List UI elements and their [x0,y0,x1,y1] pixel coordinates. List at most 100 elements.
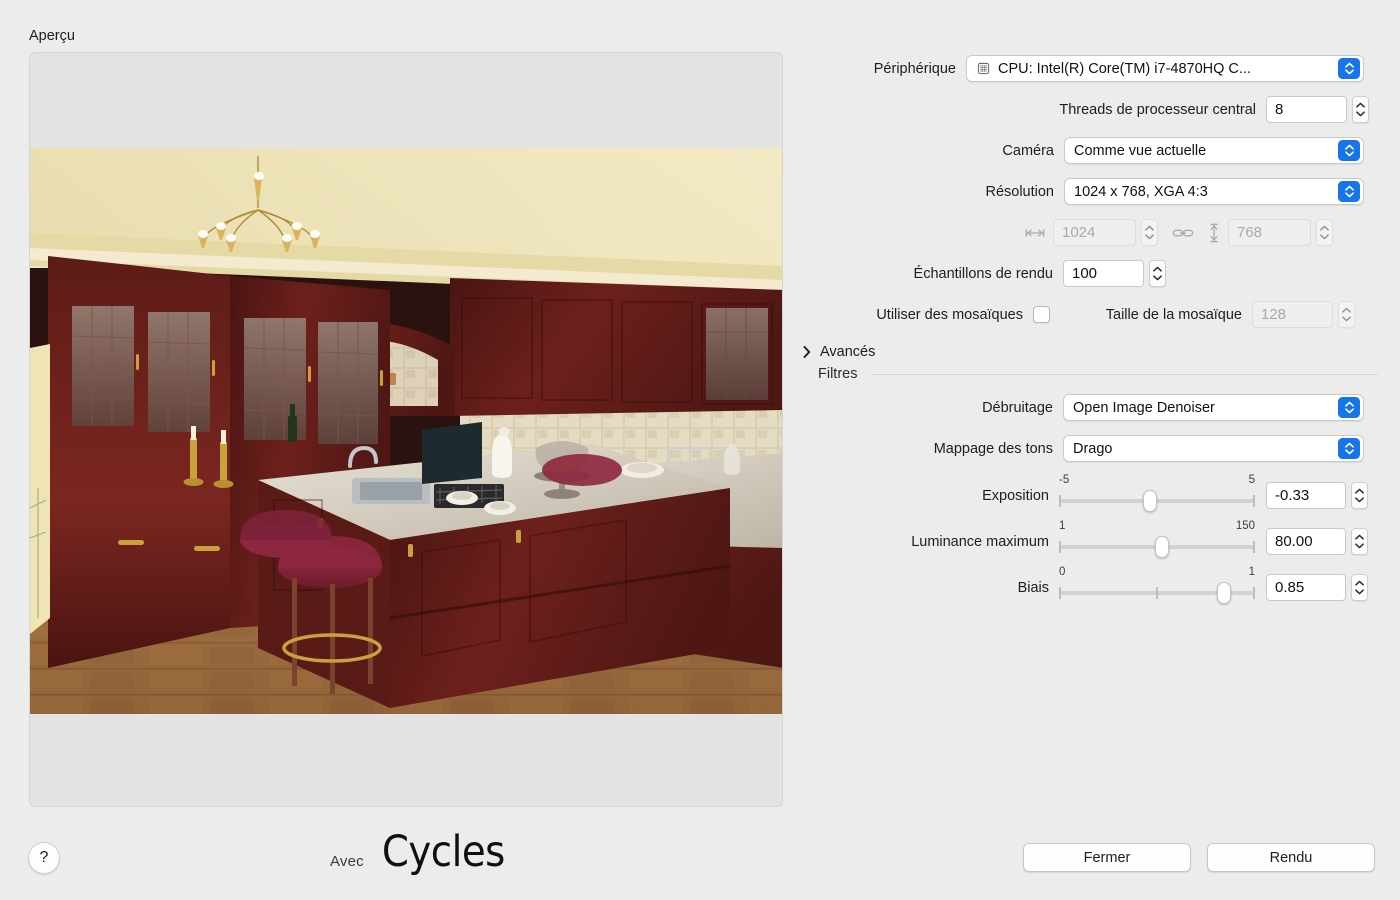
bias-stepper[interactable] [1351,574,1368,601]
render-samples-stepper[interactable] [1149,260,1166,287]
bias-tick-start [1059,587,1061,599]
tiles-row: Utiliser des mosaïques Taille de la mosa… [800,301,1378,328]
advanced-label: Avancés [820,344,876,360]
exposure-stepper[interactable] [1351,482,1368,509]
denoising-value: Open Image Denoiser [1073,399,1215,416]
filters-title: Filtres [818,366,858,382]
help-button[interactable]: ? [28,842,60,874]
camera-row: Caméra Comme vue actuelle [800,137,1378,164]
cpu-threads-value: 8 [1275,101,1284,118]
preview-label: Aperçu [29,28,75,44]
tone-mapping-label: Mappage des tons [933,440,1053,457]
bias-value: 0.85 [1275,579,1305,596]
resolution-label: Résolution [985,183,1054,200]
tone-mapping-row: Mappage des tons Drago [800,435,1378,462]
exposure-thumb[interactable] [1142,490,1157,512]
tone-mapping-value: Drago [1073,440,1113,457]
bias-max: 1 [1248,566,1255,578]
camera-dropdown[interactable]: Comme vue actuelle [1064,137,1364,164]
device-value: CPU: Intel(R) Core(TM) i7-4870HQ C... [998,60,1251,77]
filters-divider [871,373,1378,375]
resolution-chevron-icon [1338,181,1360,202]
close-button[interactable]: Fermer [1023,843,1191,872]
rendered-kitchen-image [30,148,782,714]
exposure-tick-start [1059,495,1061,507]
bias-input[interactable]: 0.85 [1266,574,1346,601]
render-samples-label: Échantillons de rendu [913,265,1053,282]
max-luminance-slider[interactable]: 1 150 [1059,520,1255,558]
branding-prefix: Avec [330,853,364,870]
settings-panel: Périphérique CPU: Intel(R) Core(TM) i7-4… [800,55,1378,615]
render-button-label: Rendu [1269,849,1313,866]
tone-mapping-dropdown[interactable]: Drago [1063,435,1364,462]
resolution-value: 1024 x 768, XGA 4:3 [1074,183,1208,200]
tile-size-label: Taille de la mosaïque [1105,306,1242,323]
resolution-row: Résolution 1024 x 768, XGA 4:3 [800,178,1378,205]
resolution-dropdown[interactable]: 1024 x 768, XGA 4:3 [1064,178,1364,205]
device-label: Périphérique [873,60,956,77]
camera-value: Comme vue actuelle [1074,142,1207,159]
height-value: 768 [1237,224,1263,241]
width-arrows-icon [1025,227,1045,239]
engine-branding: Avec Cycles [330,831,505,874]
exposure-min: -5 [1059,474,1070,486]
chain-link-icon[interactable] [1172,227,1194,239]
exposure-label: Exposition [982,487,1049,504]
close-button-label: Fermer [1083,849,1131,866]
use-tiles-label: Utiliser des mosaïques [876,306,1023,323]
bias-label: Biais [1017,579,1049,596]
exposure-row: Exposition -5 5 -0.33 [800,474,1378,512]
preview-section: Aperçu [29,28,783,807]
exposure-input[interactable]: -0.33 [1266,482,1346,509]
camera-label: Caméra [1002,142,1054,159]
render-button[interactable]: Rendu [1207,843,1375,872]
cpu-threads-stepper[interactable] [1352,96,1369,123]
cpu-threads-label: Threads de processeur central [1059,101,1256,118]
width-value: 1024 [1062,224,1096,241]
preview-frame [29,52,783,807]
question-mark-icon: ? [39,849,49,866]
bias-tick-end [1253,587,1255,599]
denoising-row: Débruitage Open Image Denoiser [800,394,1378,421]
exposure-track [1059,499,1255,503]
exposure-tick-end [1253,495,1255,507]
denoising-dropdown[interactable]: Open Image Denoiser [1063,394,1364,421]
max-luminance-thumb[interactable] [1154,536,1169,558]
max-luminance-max: 150 [1235,520,1255,532]
device-dropdown[interactable]: CPU: Intel(R) Core(TM) i7-4870HQ C... [966,55,1364,82]
height-input[interactable]: 768 [1228,219,1311,246]
exposure-max: 5 [1248,474,1255,486]
tone-mapping-chevron-icon [1338,438,1360,459]
width-stepper[interactable] [1141,219,1158,246]
advanced-disclosure[interactable]: Avancés [803,344,1378,360]
branding-engine-name: Cycles [381,827,505,877]
max-luminance-stepper[interactable] [1351,528,1368,555]
device-chevron-icon [1338,58,1360,79]
bias-min: 0 [1059,566,1066,578]
render-samples-row: Échantillons de rendu 100 [800,260,1378,287]
max-luminance-input[interactable]: 80.00 [1266,528,1346,555]
height-arrows-icon [1208,223,1220,243]
denoising-chevron-icon [1338,397,1360,418]
max-luminance-tick-end [1253,541,1255,553]
max-luminance-value: 80.00 [1275,533,1313,550]
bias-tick-mid [1156,587,1158,599]
bias-thumb[interactable] [1216,582,1231,604]
denoising-label: Débruitage [982,399,1053,416]
max-luminance-min: 1 [1059,520,1066,532]
bias-slider[interactable]: 0 1 [1059,566,1255,604]
tile-size-value: 128 [1261,306,1287,323]
render-samples-input[interactable]: 100 [1063,260,1144,287]
exposure-slider[interactable]: -5 5 [1059,474,1255,512]
use-tiles-checkbox[interactable] [1033,306,1050,323]
width-input[interactable]: 1024 [1053,219,1136,246]
camera-chevron-icon [1338,140,1360,161]
device-row: Périphérique CPU: Intel(R) Core(TM) i7-4… [800,55,1378,82]
tile-size-stepper[interactable] [1338,301,1355,328]
filters-group-header: Filtres [818,366,1378,382]
tile-size-input[interactable]: 128 [1252,301,1333,328]
max-luminance-label: Luminance maximum [911,533,1049,550]
max-luminance-tick-start [1059,541,1061,553]
cpu-threads-input[interactable]: 8 [1266,96,1347,123]
height-stepper[interactable] [1316,219,1333,246]
